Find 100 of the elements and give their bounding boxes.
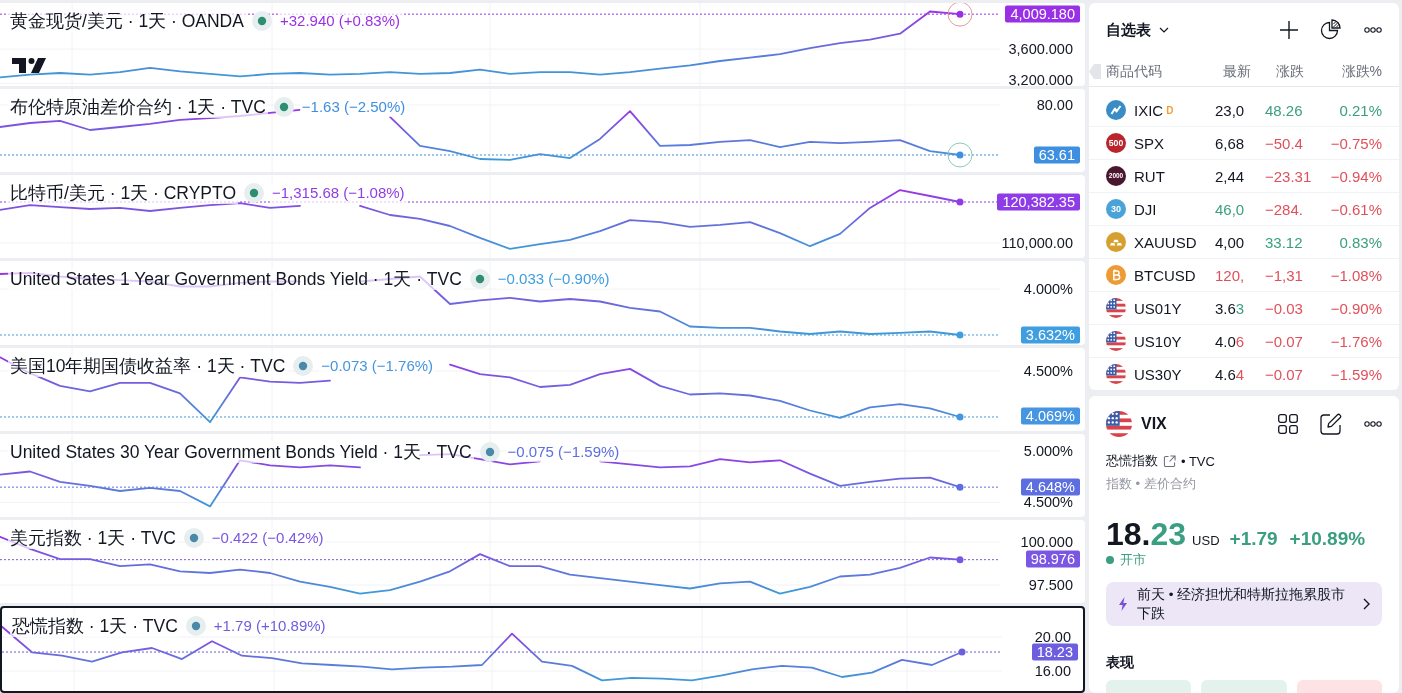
price-tag: 4,009.180 xyxy=(1005,5,1080,23)
change-percent: +10.89% xyxy=(1289,528,1366,550)
price-change: +1.79 (+10.89%) xyxy=(211,615,328,636)
last-point-marker xyxy=(956,412,964,420)
chart-title: 美元指数 · 1天 · TVC xyxy=(8,526,178,549)
pie-chart-icon[interactable] xyxy=(1320,19,1342,41)
chart-panel[interactable]: 布伦特原油差价合约 · 1天 · TVC −1.63 (−2.50%) 80.00 63.61 xyxy=(0,89,1085,173)
symbol-label[interactable]: SPX xyxy=(1134,134,1164,152)
price-change: −0.422 (−0.42%) xyxy=(209,527,326,548)
chart-title: 比特币/美元 · 1天 · CRYPTO xyxy=(8,182,238,205)
currency-label: USD xyxy=(1192,533,1220,548)
flag-icon xyxy=(1106,298,1126,318)
price-change: −0.03 xyxy=(1264,299,1304,317)
status-dot-icon xyxy=(273,97,294,118)
last-point-marker xyxy=(956,198,964,206)
last-price: 4,00 xyxy=(1215,233,1246,251)
more-icon[interactable] xyxy=(1364,420,1382,427)
symbol-label[interactable]: US10Y xyxy=(1134,332,1182,350)
last-price: 46,0 xyxy=(1215,200,1246,218)
last-price: 120, xyxy=(1215,266,1246,284)
edit-icon[interactable] xyxy=(1320,412,1342,435)
last-price: 3.63 xyxy=(1215,299,1246,317)
last-price: 2,44 xyxy=(1215,167,1246,185)
price-change: −284. xyxy=(1264,200,1304,218)
axis-label: 97.500 xyxy=(1028,578,1073,592)
last-point-marker xyxy=(956,151,964,159)
chart-panel[interactable]: 美元指数 · 1天 · TVC −0.422 (−0.42%) 100.000 98.976 97.500 xyxy=(0,519,1085,603)
change-percent: −1.08% xyxy=(1329,266,1382,284)
change-percent: 0.21% xyxy=(1338,101,1382,119)
change-percent: −0.61% xyxy=(1329,200,1382,218)
more-icon[interactable] xyxy=(1364,27,1382,33)
chart-panel[interactable]: 比特币/美元 · 1天 · CRYPTO −1,315.68 (−1.08%) 120,382.35 110,000.00 xyxy=(0,175,1085,259)
price-tag: 4.069% xyxy=(1020,407,1080,425)
exchange-label: • TVC xyxy=(1181,453,1215,469)
change-percent: −0.94% xyxy=(1329,167,1382,185)
status-dot-icon xyxy=(293,355,314,376)
price-change: −23.31 xyxy=(1264,167,1312,185)
last-price: 4.06 xyxy=(1215,332,1246,350)
news-banner[interactable]: 前天 • 经济担忧和特斯拉拖累股市下跌 xyxy=(1106,582,1382,626)
status-dot-icon xyxy=(244,183,264,204)
price-tag: 98.976 xyxy=(1025,550,1080,568)
change-percent: −1.59% xyxy=(1329,365,1382,383)
flag-icon xyxy=(1106,364,1126,384)
axis-label: 100.000 xyxy=(1020,535,1073,549)
axis-label: 110,000.00 xyxy=(1001,236,1073,250)
external-link-icon[interactable] xyxy=(1163,454,1176,468)
axis-label: 4.000% xyxy=(1023,282,1073,296)
last-price: 4.64 xyxy=(1215,365,1246,383)
symbol-label[interactable]: XAUUSD xyxy=(1134,233,1197,251)
price-change: 33.12 xyxy=(1264,233,1304,251)
column-header[interactable]: 涨跌% xyxy=(1312,62,1382,81)
chart-panel[interactable]: 恐慌指数 · 1天 · TVC +1.79 (+10.89%) 20.00 18.23 16.00 xyxy=(0,605,1085,693)
symbol-label[interactable]: IXIC xyxy=(1134,101,1164,119)
price-change: +1.79 xyxy=(1229,528,1278,550)
chart-title: United States 30 Year Government Bonds Yield · 1天 · TVC xyxy=(8,440,474,463)
last-price: 6,68 xyxy=(1215,134,1246,152)
section-title: 表现 xyxy=(1106,653,1135,672)
chevron-down-icon xyxy=(1159,27,1169,33)
market-status: 开市 xyxy=(1120,551,1146,569)
flag-icon xyxy=(1106,410,1132,437)
chart-panel[interactable]: United States 30 Year Government Bonds Yield · 1天 · TVC −0.075 (−1.59%) 5.000% 4.648% 4.500% xyxy=(0,433,1085,517)
status-dot-icon xyxy=(479,441,500,462)
symbol-title: VIX xyxy=(1141,414,1167,433)
column-header[interactable]: 商品代码 xyxy=(1106,62,1162,81)
symbol-label[interactable]: DJI xyxy=(1134,200,1157,218)
status-dot-icon xyxy=(469,269,490,290)
column-header[interactable]: 涨跌 xyxy=(1263,62,1312,81)
instrument-name[interactable]: 恐慌指数 xyxy=(1106,452,1158,470)
symbol-label[interactable]: RUT xyxy=(1134,167,1165,185)
price-change: −0.07 xyxy=(1264,332,1304,350)
chart-title: United States 1 Year Government Bonds Yield · 1天 · TVC xyxy=(8,268,464,291)
chart-panel[interactable]: United States 1 Year Government Bonds Yield · 1天 · TVC −0.033 (−0.90%) 4.000% 3.632% xyxy=(0,261,1085,345)
axis-label: 5.000% xyxy=(1023,444,1073,458)
price-change: −1,315.68 (−1.08%) xyxy=(270,183,407,204)
last-price: 18.23 xyxy=(1106,516,1187,552)
symbol-label[interactable]: US01Y xyxy=(1134,299,1182,317)
axis-label: 3,600.000 xyxy=(1008,42,1073,56)
change-percent: −1.76% xyxy=(1329,332,1382,350)
axis-label: 80.00 xyxy=(1036,98,1073,112)
price-change: +32.940 (+0.83%) xyxy=(277,11,403,31)
symbol-label[interactable]: US30Y xyxy=(1134,365,1182,383)
watchlist-dropdown[interactable]: 自选表 xyxy=(1106,20,1169,40)
last-point-marker xyxy=(956,483,964,491)
column-header[interactable]: 最新 xyxy=(1215,62,1263,81)
price-tag: 18.23 xyxy=(1031,643,1078,661)
letter-marker: D xyxy=(1166,105,1174,116)
symbol-logo: 500 xyxy=(1106,133,1126,153)
last-price: 23,0 xyxy=(1215,101,1246,119)
grid-icon[interactable] xyxy=(1278,413,1298,434)
last-point-marker xyxy=(956,331,964,339)
last-point-marker xyxy=(956,555,964,563)
chart-panel[interactable]: 黄金现货/美元 · 1天 · OANDA +32.940 (+0.83%) 4,009.180 3,600.000 3,200.000 xyxy=(0,3,1085,87)
chart-title: 美国10年期国债收益率 · 1天 · TVC xyxy=(8,354,288,377)
chart-panel[interactable]: 美国10年期国债收益率 · 1天 · TVC −0.073 (−1.76%) 4.500% 4.069% xyxy=(0,347,1085,431)
add-icon[interactable] xyxy=(1280,21,1298,39)
last-point-marker xyxy=(956,10,964,18)
price-change: −1,31 xyxy=(1264,266,1304,284)
price-tag: 120,382.35 xyxy=(997,193,1080,211)
symbol-label[interactable]: BTCUSD xyxy=(1134,266,1196,284)
last-point-marker xyxy=(958,648,966,656)
